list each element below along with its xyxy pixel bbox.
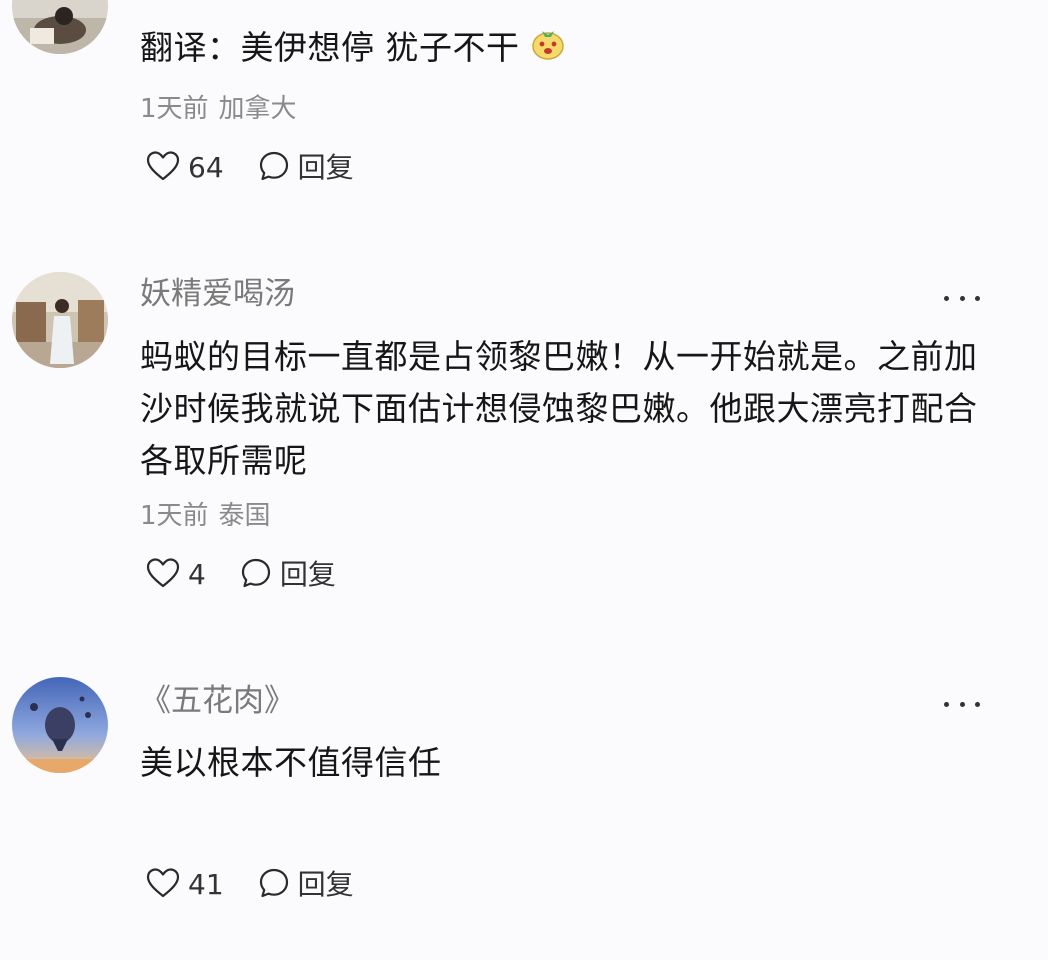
comment-meta: 1天前 泰国 — [140, 503, 271, 529]
reply-button[interactable]: 回复 — [240, 557, 336, 593]
comment-text: 蚂蚁的目标一直都是占领黎巴嫩！从一开始就是。之前加沙时候我就说下面估计想侵蚀黎巴… — [140, 337, 978, 480]
speech-bubble-icon — [258, 867, 290, 903]
comment-actions: 64 回复 — [146, 150, 354, 186]
speech-bubble-icon — [240, 557, 272, 593]
avatar[interactable] — [12, 272, 108, 368]
like-count: 4 — [188, 558, 206, 591]
comment-actions: 4 回复 — [146, 557, 336, 593]
like-count: 64 — [188, 151, 224, 184]
username[interactable]: 妖精爱喝汤 — [140, 279, 295, 310]
more-dots-icon — [944, 295, 949, 301]
reply-label: 回复 — [297, 151, 354, 184]
avatar[interactable] — [12, 677, 108, 773]
more-dot — [959, 295, 965, 301]
comment-location: 泰国 — [218, 501, 271, 531]
more-dot — [975, 295, 980, 301]
comment-text-content: 翻译：美伊想停 犹子不干 — [140, 28, 520, 67]
comment-meta: 1天前 加拿大 — [140, 96, 297, 122]
reply-label: 回复 — [279, 558, 336, 591]
bear-face-emoji-icon — [530, 24, 566, 76]
comment-location: 加拿大 — [218, 94, 297, 124]
comment-time: 1天前 — [140, 94, 209, 124]
heart-outline-icon — [146, 558, 180, 592]
like-count: 41 — [188, 868, 224, 901]
like-button[interactable]: 64 — [146, 151, 224, 185]
reply-button[interactable]: 回复 — [258, 150, 354, 186]
avatar[interactable] — [12, 0, 108, 54]
more-options-button[interactable] — [944, 698, 980, 710]
like-button[interactable]: 41 — [146, 868, 224, 902]
comment-text: 美以根本不值得信任 — [140, 743, 442, 782]
heart-outline-icon — [146, 868, 180, 902]
heart-outline-icon — [146, 151, 180, 185]
comment-item: 翻译：美伊想停 犹子不干 1天前 加拿大 64 回复 — [0, 0, 1048, 220]
more-options-button[interactable] — [944, 292, 980, 304]
username[interactable]: 《五花肉》 — [140, 686, 295, 717]
like-button[interactable]: 4 — [146, 558, 206, 592]
reply-label: 回复 — [297, 868, 354, 901]
reply-button[interactable]: 回复 — [258, 867, 354, 903]
more-dot — [975, 701, 980, 707]
comment-text: 翻译：美伊想停 犹子不干 — [140, 22, 1000, 76]
speech-bubble-icon — [258, 150, 290, 186]
comment-actions: 41 回复 — [146, 867, 354, 903]
more-dots-icon — [944, 701, 949, 707]
more-dot — [959, 701, 965, 707]
comment-time: 1天前 — [140, 501, 209, 531]
